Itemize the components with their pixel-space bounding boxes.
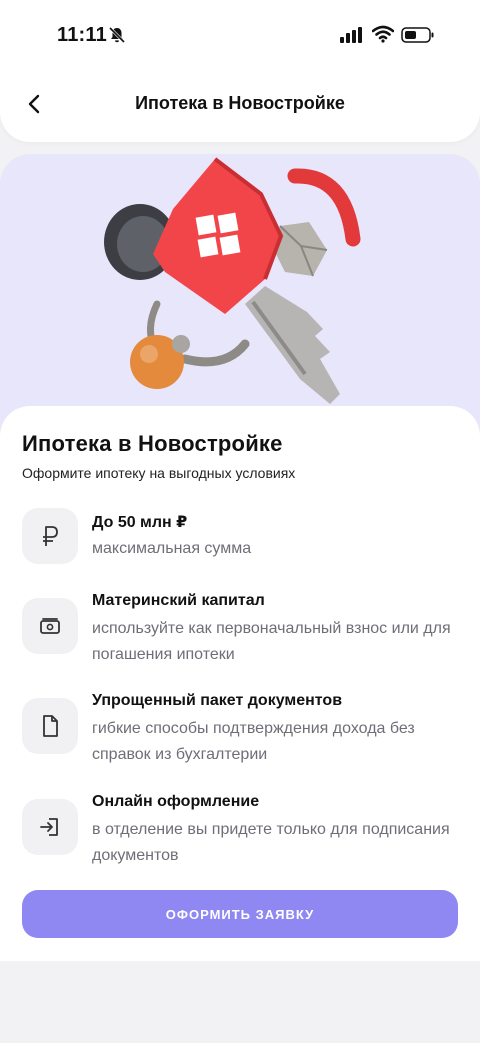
bell-muted-icon — [108, 26, 126, 44]
status-bar: 11:11 — [0, 0, 480, 70]
document-icon — [43, 715, 58, 737]
feature-icon-box — [22, 698, 78, 754]
feature-title: Материнский капитал — [92, 592, 265, 609]
ruble-icon — [43, 526, 58, 546]
feature-title: До 50 млн ₽ — [92, 514, 188, 531]
mortgage-info-card: Ипотека в Новостройке Оформите ипотеку н… — [0, 406, 480, 961]
feature-description: гибкие способы подтверждения дохода без … — [92, 720, 415, 763]
feature-title: Упрощенный пакет документов — [92, 692, 343, 709]
feature-simplified-documents: Упрощенный пакет документов гибкие спосо… — [22, 689, 462, 769]
feature-icon-box — [22, 799, 78, 855]
feature-icon-box — [22, 598, 78, 654]
battery-icon — [401, 27, 434, 43]
page-title: Ипотека в Новостройке — [135, 93, 345, 113]
cash-icon — [40, 618, 60, 634]
wifi-icon — [372, 25, 394, 43]
house-key-illustration — [104, 157, 361, 404]
feature-description: используйте как первоначальный взнос или… — [92, 620, 451, 663]
feature-max-amount: До 50 млн ₽ максимальная сумма — [22, 507, 462, 567]
feature-icon-box — [22, 508, 78, 564]
feature-maternity-capital: Материнский капитал используйте как перв… — [22, 589, 462, 669]
card-title: Ипотека в Новостройке — [22, 431, 283, 456]
feature-online-application: Онлайн оформление в отделение вы придете… — [22, 790, 462, 870]
feature-description: максимальная сумма — [92, 540, 252, 557]
hero-banner — [0, 154, 480, 444]
feature-description: в отделение вы придете только для подпис… — [92, 821, 450, 864]
submit-application-button[interactable]: ОФОРМИТЬ ЗАЯВКУ — [22, 890, 458, 938]
nav-bar: Ипотека в Новостройке — [0, 70, 480, 142]
cellular-signal-icon — [340, 27, 362, 43]
feature-title: Онлайн оформление — [92, 793, 260, 810]
sign-in-icon — [40, 818, 58, 836]
card-subtitle: Оформите ипотеку на выгодных условиях — [22, 465, 296, 481]
status-time: 11:11 — [57, 24, 107, 46]
